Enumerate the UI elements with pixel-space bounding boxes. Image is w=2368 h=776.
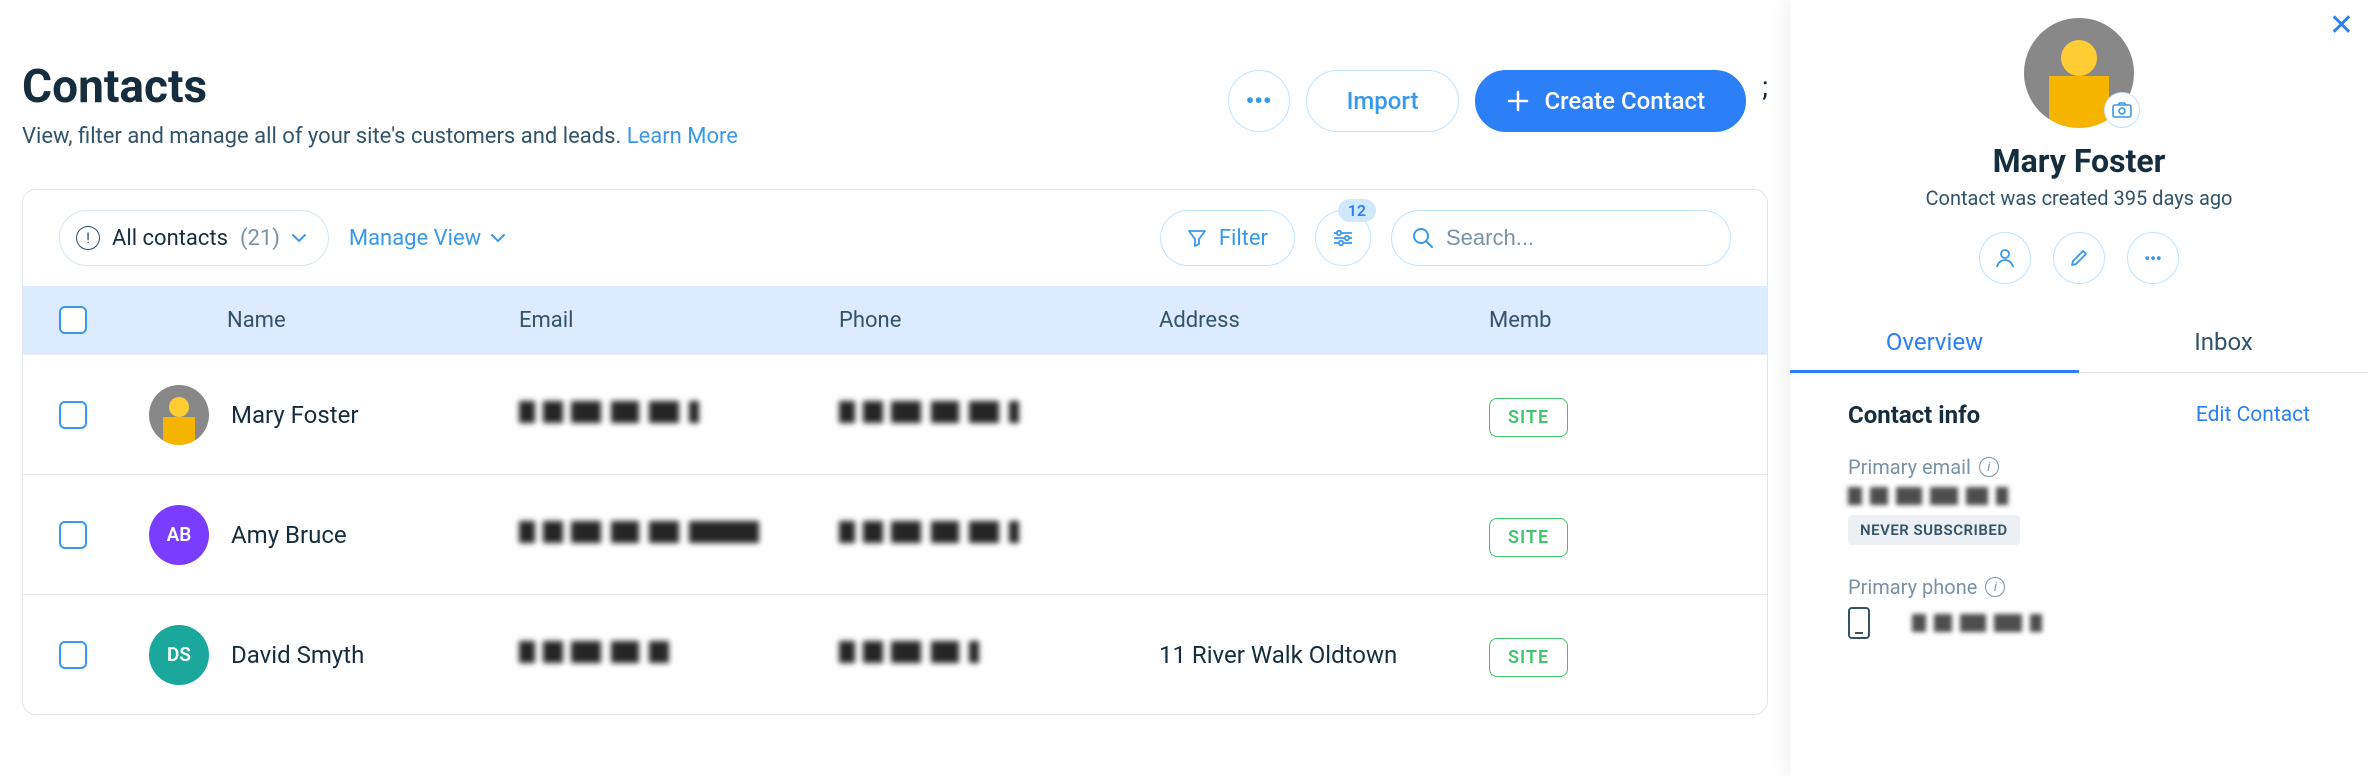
- stray-punct: ;: [1762, 70, 1768, 103]
- col-header-address[interactable]: Address: [1159, 308, 1489, 333]
- col-header-name[interactable]: Name: [149, 308, 519, 333]
- member-badge: SITE: [1489, 638, 1568, 677]
- panel-edit-button[interactable]: [2053, 232, 2105, 284]
- view-count: (21): [240, 226, 280, 251]
- info-icon[interactable]: i: [1985, 577, 2005, 597]
- panel-more-button[interactable]: •••: [2127, 232, 2179, 284]
- import-button[interactable]: Import: [1306, 70, 1460, 132]
- address-value: 11 River Walk Oldtown: [1159, 641, 1397, 669]
- panel-created-text: Contact was created 395 days ago: [1790, 186, 2368, 210]
- primary-phone-value: [1912, 614, 2042, 632]
- member-badge: SITE: [1489, 518, 1568, 557]
- chevron-down-icon: [491, 233, 505, 243]
- search-field[interactable]: [1391, 210, 1731, 266]
- manage-view-label: Manage View: [349, 226, 481, 251]
- columns-badge: 12: [1338, 199, 1376, 222]
- table-row[interactable]: AB Amy Bruce SITE: [23, 474, 1767, 594]
- col-header-phone[interactable]: Phone: [839, 308, 1159, 333]
- page-title: Contacts: [22, 60, 738, 114]
- learn-more-link[interactable]: Learn More: [627, 124, 738, 149]
- create-contact-label: Create Contact: [1544, 87, 1705, 115]
- row-checkbox[interactable]: [59, 401, 87, 429]
- email-value: [519, 521, 759, 543]
- row-checkbox[interactable]: [59, 641, 87, 669]
- page-subtitle: View, filter and manage all of your site…: [22, 124, 738, 149]
- contact-name: Mary Foster: [231, 401, 358, 429]
- view-selector[interactable]: ! All contacts (21): [59, 210, 329, 266]
- more-actions-button[interactable]: •••: [1228, 70, 1290, 132]
- camera-icon: [2112, 102, 2132, 118]
- ellipsis-icon: •••: [1246, 87, 1272, 115]
- manage-view-link[interactable]: Manage View: [349, 226, 505, 251]
- col-header-member[interactable]: Memb: [1489, 308, 1731, 333]
- contact-detail-panel: ✕ Mary Foster Contact was created 395 da…: [1790, 0, 2368, 776]
- phone-value: [839, 401, 1019, 423]
- panel-profile-button[interactable]: [1979, 232, 2031, 284]
- pencil-icon: [2069, 248, 2089, 268]
- col-header-email[interactable]: Email: [519, 308, 839, 333]
- avatar: DS: [149, 625, 209, 685]
- create-contact-button[interactable]: Create Contact: [1475, 70, 1746, 132]
- chevron-down-icon: [292, 233, 306, 243]
- tab-overview[interactable]: Overview: [1790, 314, 2079, 373]
- person-icon: [1994, 247, 2016, 269]
- primary-phone-label: Primary phone i: [1848, 575, 2310, 599]
- phone-value: [839, 521, 1019, 543]
- subscription-tag: NEVER SUBSCRIBED: [1848, 515, 2020, 545]
- phone-value: [839, 641, 979, 663]
- contact-name: Amy Bruce: [231, 521, 347, 549]
- primary-email-label-text: Primary email: [1848, 455, 1971, 479]
- contact-info-title: Contact info: [1848, 401, 1980, 429]
- primary-phone-label-text: Primary phone: [1848, 575, 1977, 599]
- search-icon: [1412, 227, 1434, 249]
- row-checkbox[interactable]: [59, 521, 87, 549]
- contacts-table-card: ! All contacts (21) Manage View Filter: [22, 189, 1768, 715]
- alert-icon: !: [76, 226, 100, 250]
- edit-contact-link[interactable]: Edit Contact: [2196, 403, 2310, 427]
- info-icon[interactable]: i: [1979, 457, 1999, 477]
- filter-label: Filter: [1219, 226, 1268, 251]
- funnel-icon: [1187, 228, 1207, 248]
- columns-settings-button[interactable]: 12: [1315, 210, 1371, 266]
- page-subtitle-text: View, filter and manage all of your site…: [22, 124, 627, 149]
- close-icon: ✕: [2329, 8, 2354, 43]
- select-all-checkbox[interactable]: [59, 306, 87, 334]
- close-panel-button[interactable]: ✕: [2329, 8, 2354, 43]
- email-value: [519, 641, 669, 663]
- avatar: [149, 385, 209, 445]
- member-badge: SITE: [1489, 398, 1568, 437]
- table-header: Name Email Phone Address Memb: [23, 286, 1767, 354]
- change-photo-button[interactable]: [2104, 92, 2140, 128]
- mobile-icon: [1848, 607, 1870, 639]
- view-label: All contacts: [112, 226, 228, 251]
- table-row[interactable]: DS David Smyth 11 River Walk Oldtown SIT…: [23, 594, 1767, 714]
- contact-name: David Smyth: [231, 641, 364, 669]
- primary-email-label: Primary email i: [1848, 455, 2310, 479]
- tab-inbox[interactable]: Inbox: [2079, 314, 2368, 372]
- search-input[interactable]: [1446, 225, 1710, 251]
- ellipsis-icon: •••: [2144, 249, 2161, 268]
- filter-button[interactable]: Filter: [1160, 210, 1295, 266]
- table-row[interactable]: Mary Foster SITE: [23, 354, 1767, 474]
- plus-icon: [1506, 89, 1530, 113]
- sliders-icon: [1332, 228, 1354, 248]
- primary-email-value: [1848, 487, 2008, 505]
- avatar: AB: [149, 505, 209, 565]
- email-value: [519, 401, 699, 423]
- panel-contact-name: Mary Foster: [1790, 142, 2368, 180]
